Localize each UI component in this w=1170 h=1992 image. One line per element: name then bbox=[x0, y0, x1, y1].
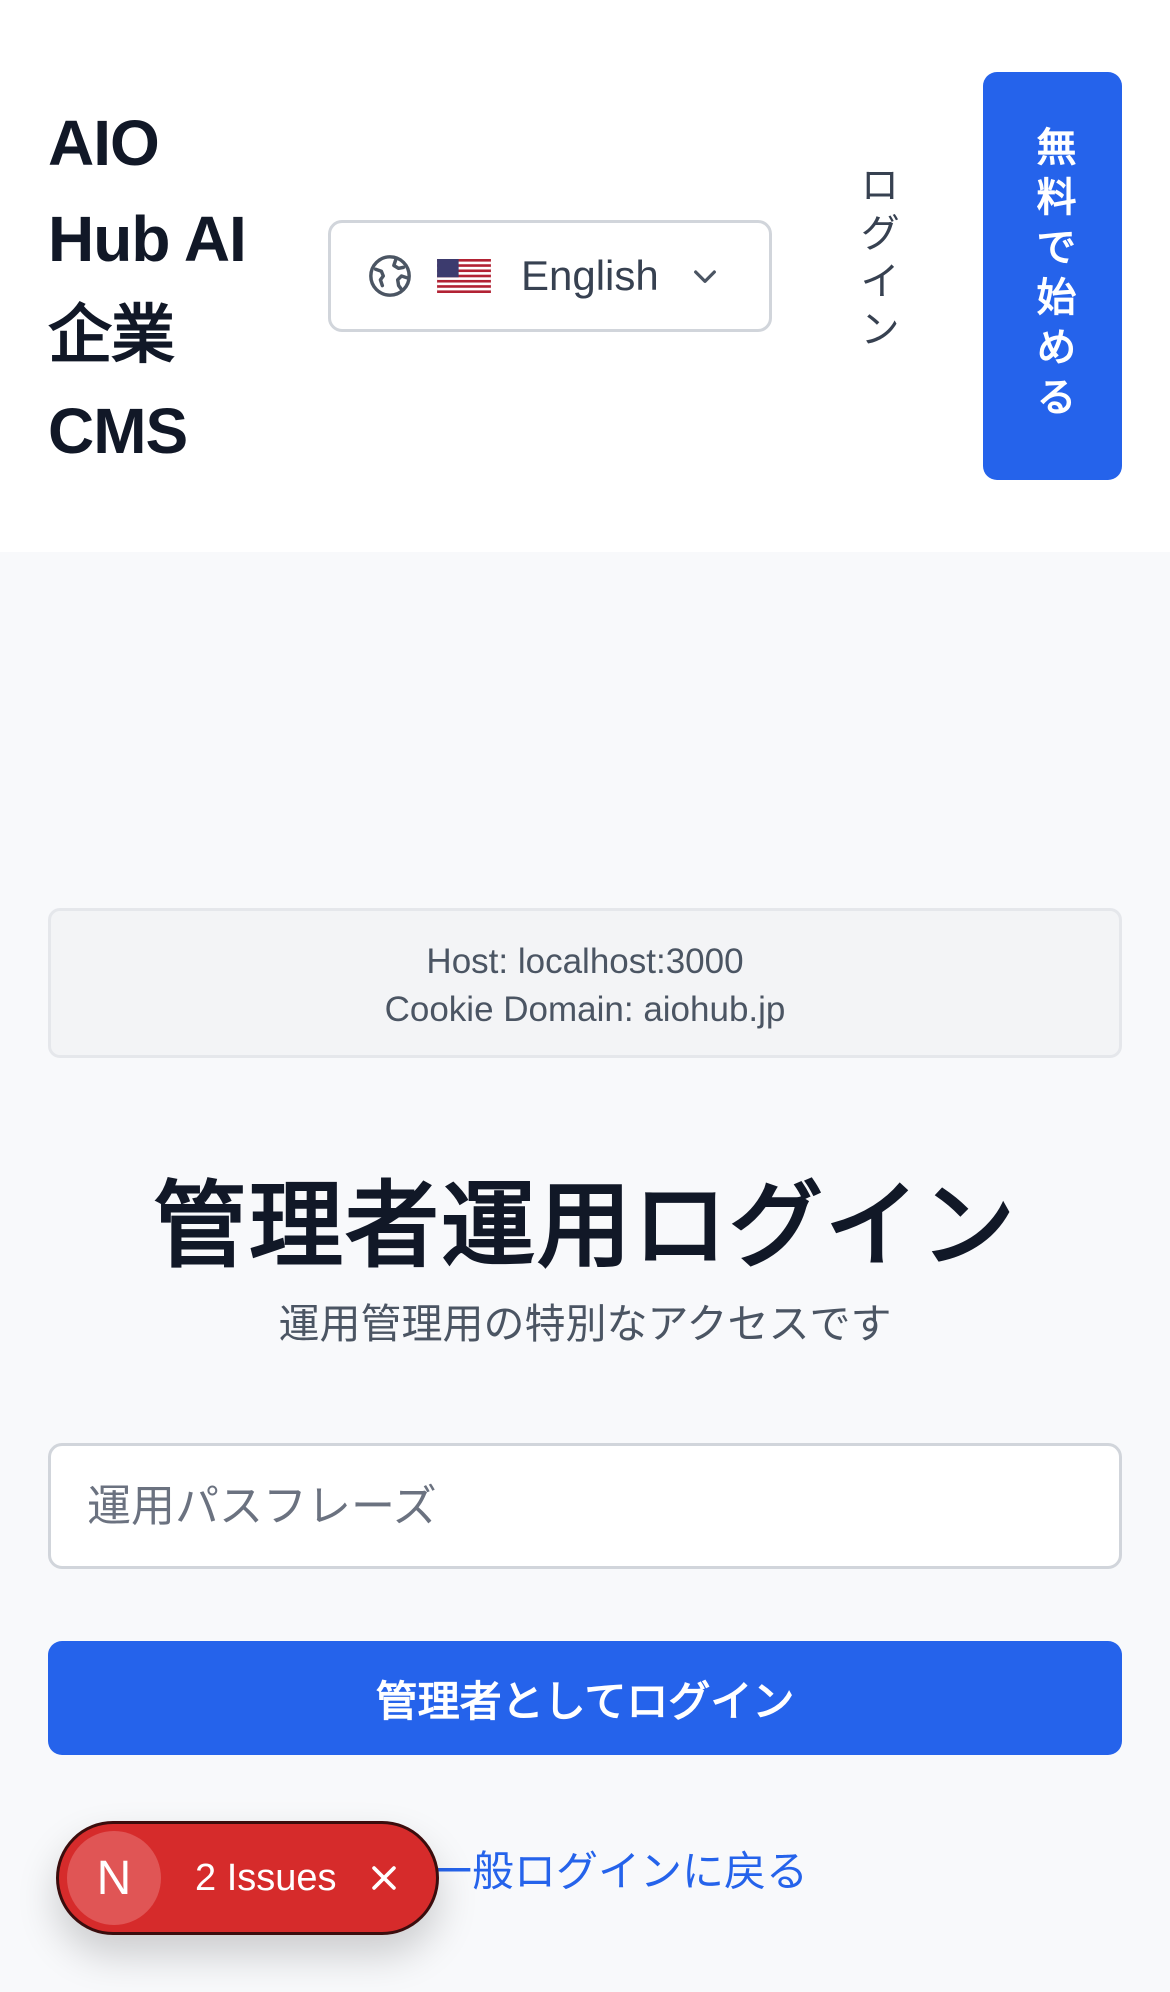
chevron-down-icon bbox=[689, 260, 721, 292]
start-free-label: 無料で始める bbox=[1029, 126, 1076, 426]
passphrase-input[interactable] bbox=[48, 1443, 1122, 1569]
back-to-login-link[interactable]: 一般ログインに戻る bbox=[430, 1838, 808, 1899]
admin-login-button[interactable]: 管理者としてログイン bbox=[48, 1641, 1122, 1755]
brand-line: Hub AI bbox=[48, 203, 247, 275]
globe-icon bbox=[367, 253, 413, 299]
brand-line: 企業 bbox=[48, 299, 175, 371]
issues-badge[interactable]: N 2 Issues bbox=[56, 1821, 439, 1935]
language-selector[interactable]: English bbox=[328, 220, 772, 332]
debug-info-box: Host: localhost:3000 Cookie Domain: aioh… bbox=[48, 908, 1122, 1058]
page-title: 管理者運用ログイン bbox=[152, 1172, 1017, 1281]
brand-line: CMS bbox=[48, 395, 188, 467]
cookie-domain-line: Cookie Domain: aiohub.jp bbox=[384, 990, 786, 1029]
host-line: Host: localhost:3000 bbox=[426, 942, 744, 981]
login-link[interactable]: ログイン bbox=[848, 164, 904, 356]
site-header: AIO Hub AI 企業 CMS English ログイン 無料で始める bbox=[0, 0, 1170, 552]
close-icon[interactable] bbox=[367, 1861, 401, 1895]
brand-line: AIO bbox=[48, 107, 160, 179]
start-free-button[interactable]: 無料で始める bbox=[983, 72, 1122, 480]
page-subtitle: 運用管理用の特別なアクセスです bbox=[278, 1300, 892, 1348]
language-label: English bbox=[521, 252, 659, 299]
issues-count: 2 Issues bbox=[195, 1856, 337, 1899]
nextjs-logo-icon: N bbox=[67, 1831, 161, 1925]
brand-logo-text[interactable]: AIO Hub AI 企業 CMS bbox=[48, 95, 288, 479]
us-flag-icon bbox=[437, 259, 491, 293]
